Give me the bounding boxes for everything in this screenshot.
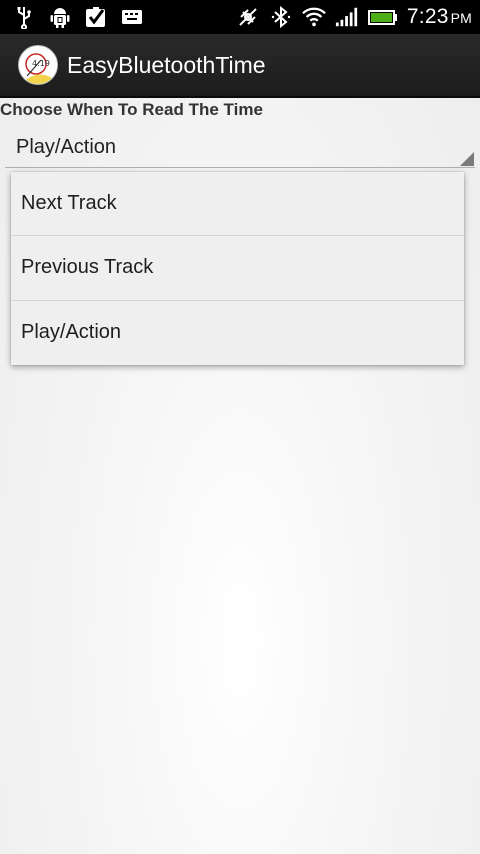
keyboard-icon: [120, 5, 144, 29]
dropdown-item-previous-track[interactable]: Previous Track: [11, 236, 464, 301]
status-clock: 7:23 PM: [406, 5, 472, 28]
dropdown-item-play-action[interactable]: Play/Action: [11, 301, 464, 365]
wifi-icon: [302, 5, 326, 29]
checkbox-icon: [84, 5, 108, 29]
status-bar: 7:23 PM: [0, 0, 480, 34]
clock-icon[interactable]: 4:19: [18, 45, 58, 85]
bluetooth-icon: [269, 5, 293, 29]
system-icons: 7:23 PM: [236, 5, 480, 29]
time-trigger-spinner[interactable]: Play/Action: [5, 128, 475, 168]
action-bar: 4:19 EasyBluetoothTime: [0, 34, 480, 98]
notification-icons: [0, 5, 144, 29]
nfc-icon: [236, 5, 260, 29]
battery-icon: [367, 5, 398, 29]
usb-icon: [12, 5, 36, 29]
signal-icon: [335, 5, 359, 29]
spinner-dropdown: Next Track Previous Track Play/Action: [11, 172, 464, 365]
dropdown-item-next-track[interactable]: Next Track: [11, 172, 464, 237]
android-debug-icon: [48, 5, 72, 29]
app-title: EasyBluetoothTime: [67, 51, 266, 78]
dropdown-arrow-icon: [460, 151, 474, 166]
prompt-label: Choose When To Read The Time: [0, 100, 263, 119]
spinner-selected-value: Play/Action: [16, 136, 117, 158]
